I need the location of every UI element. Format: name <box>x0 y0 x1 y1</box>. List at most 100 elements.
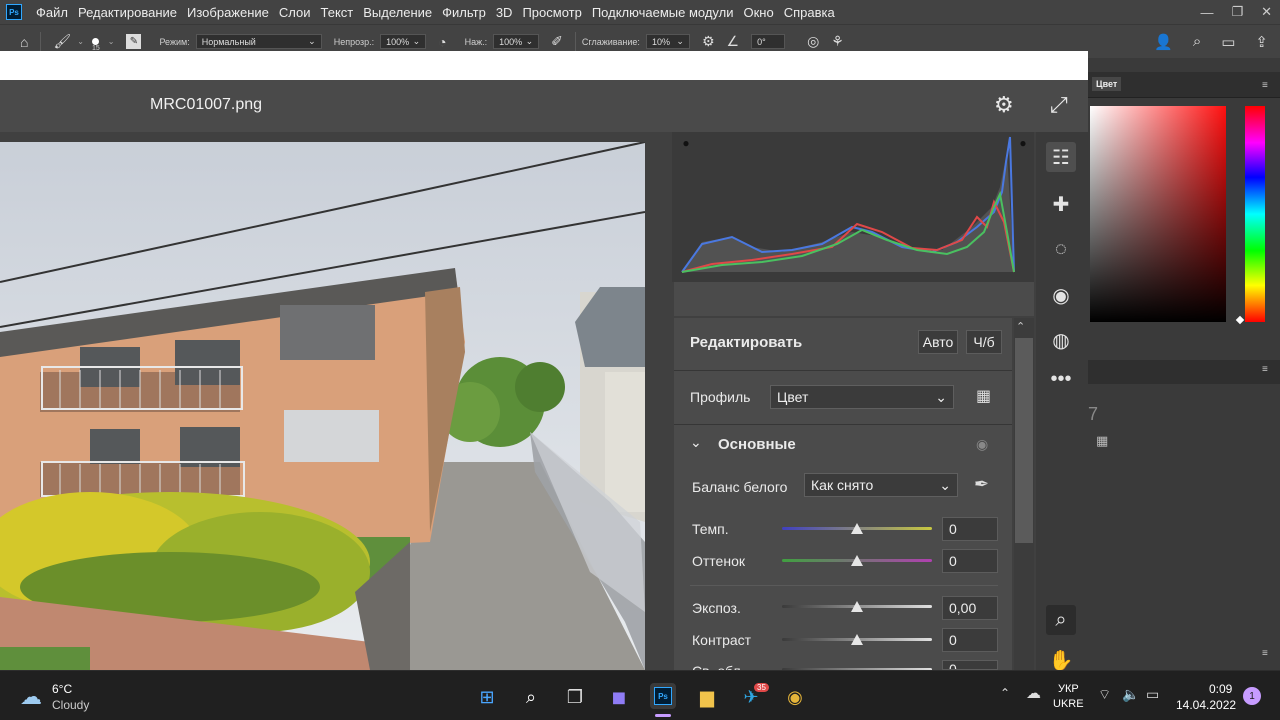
chevron-down-icon[interactable]: ⌄ <box>108 37 115 46</box>
search-icon[interactable]: ⌕ <box>1193 33 1201 51</box>
pressure-size-icon[interactable]: ◎ <box>807 33 819 50</box>
lang-secondary[interactable]: UKRE <box>1053 698 1084 710</box>
home-icon[interactable]: ⌂ <box>20 34 28 50</box>
mode-value: Нормальный <box>201 36 256 47</box>
white-balance-select[interactable]: Как снято ⌄ <box>804 473 958 497</box>
chevron-down-icon[interactable]: ⌄ <box>690 434 702 451</box>
menu-help[interactable]: Справка <box>784 5 835 20</box>
menu-select[interactable]: Выделение <box>363 5 432 20</box>
histogram <box>672 132 1034 282</box>
zoom-icon[interactable]: ⌕ <box>1046 605 1076 635</box>
mask-icon[interactable]: ◌ <box>1046 234 1076 264</box>
mode-label: Режим: <box>159 36 190 47</box>
weather-temp[interactable]: 6°C <box>52 682 72 696</box>
onedrive-icon[interactable]: ☁ <box>1026 684 1041 702</box>
share-icon[interactable]: ⇪ <box>1255 33 1268 51</box>
chevron-up-icon[interactable]: ⌃ <box>1016 320 1025 333</box>
close-icon[interactable]: ✕ <box>1261 4 1272 20</box>
airbrush-icon[interactable]: ✐ <box>551 33 563 50</box>
menu-type[interactable]: Текст <box>321 5 354 20</box>
cloud-icon[interactable]: ☁ <box>20 684 42 710</box>
bw-button[interactable]: Ч/б <box>966 330 1002 354</box>
opacity-field[interactable]: 100% ⌄ <box>380 34 427 49</box>
section-basic[interactable]: Основные <box>718 436 796 453</box>
minimize-icon[interactable]: — <box>1200 5 1213 20</box>
chrome-icon[interactable]: ◉ <box>782 684 808 710</box>
tint-slider-thumb[interactable] <box>851 555 863 566</box>
highlight-clipping-icon[interactable]: ● <box>1013 134 1033 152</box>
pressure-opacity-icon[interactable]: ◔ <box>438 34 446 50</box>
menu-image[interactable]: Изображение <box>187 5 269 20</box>
search-icon[interactable]: ⌕ <box>518 684 544 710</box>
file-explorer-icon[interactable]: ▆ <box>694 684 720 710</box>
clock-time[interactable]: 0:09 <box>1209 682 1232 696</box>
gear-icon[interactable]: ⚙ <box>994 92 1014 118</box>
weather-condition[interactable]: Cloudy <box>52 698 89 712</box>
scrollbar-thumb[interactable] <box>1015 338 1033 543</box>
hand-icon[interactable]: ✋ <box>1046 650 1076 670</box>
separator <box>574 31 576 52</box>
gear-icon[interactable]: ⚙ <box>702 33 715 50</box>
color-picker-field[interactable] <box>1090 106 1226 322</box>
mute-icon[interactable]: 🔈 <box>1122 686 1139 703</box>
lang-primary[interactable]: УКР <box>1058 683 1079 695</box>
angle-field[interactable]: 0° <box>751 34 786 49</box>
panel-menu-icon[interactable]: ≡ <box>1262 364 1268 375</box>
user-icon[interactable]: 👤 <box>1154 33 1173 51</box>
panel-menu-icon[interactable]: ≡ <box>1262 648 1268 659</box>
pressure-field[interactable]: 100% ⌄ <box>493 34 540 49</box>
profile-select[interactable]: Цвет ⌄ <box>770 385 954 409</box>
menu-file[interactable]: Файл <box>36 5 68 20</box>
temp-input[interactable]: 0 <box>942 517 998 541</box>
menu-window[interactable]: Окно <box>743 5 773 20</box>
menu-layers[interactable]: Слои <box>279 5 311 20</box>
brush-settings-icon[interactable]: ✎ <box>126 34 142 49</box>
panel-menu-icon[interactable]: ≡ <box>1262 80 1268 91</box>
profile-value: Цвет <box>777 389 809 405</box>
contrast-slider-thumb[interactable] <box>851 634 863 645</box>
highlights-input[interactable]: 0 <box>942 660 998 670</box>
restore-icon[interactable]: ❐ <box>1231 4 1243 20</box>
start-icon[interactable]: ⊞ <box>474 684 500 710</box>
notification-badge[interactable]: 1 <box>1243 687 1261 705</box>
menu-plugins[interactable]: Подключаемые модули <box>592 5 734 20</box>
smoothing-field[interactable]: 10% ⌄ <box>645 34 690 49</box>
workspace-icon[interactable]: ▭ <box>1221 33 1235 51</box>
wifi-icon[interactable]: ⌔ <box>1098 686 1111 704</box>
hue-slider[interactable] <box>1245 106 1265 322</box>
chevron-up-icon[interactable]: ⌃ <box>1000 686 1010 700</box>
exposure-input[interactable]: 0,00 <box>942 596 998 620</box>
edit-sliders-icon[interactable]: ☷ <box>1046 142 1076 172</box>
brush-preset-picker[interactable]: 15 <box>92 37 100 52</box>
symmetry-icon[interactable]: ⚘ <box>831 33 844 50</box>
presets-icon[interactable]: ◍ <box>1046 325 1076 355</box>
exposure-slider-thumb[interactable] <box>851 601 863 612</box>
task-view-icon[interactable]: ❐ <box>562 684 588 710</box>
healing-icon[interactable]: ✚ <box>1046 189 1076 219</box>
red-eye-icon[interactable]: ◉ <box>1046 280 1076 310</box>
eyedropper-icon[interactable]: ✒ <box>974 474 989 495</box>
clock-date[interactable]: 14.04.2022 <box>1176 698 1236 712</box>
image-preview[interactable] <box>0 142 645 670</box>
menu-edit[interactable]: Редактирование <box>78 5 177 20</box>
auto-button[interactable]: Авто <box>918 330 958 354</box>
fullscreen-icon[interactable]: ⤢ <box>1050 92 1068 118</box>
photoshop-taskbar-icon[interactable]: Ps <box>650 683 676 709</box>
tab-color[interactable]: Цвет <box>1092 77 1122 91</box>
battery-icon[interactable]: ▭ <box>1146 686 1159 703</box>
menu-3d[interactable]: 3D <box>496 5 513 20</box>
tint-input[interactable]: 0 <box>942 549 998 573</box>
mode-select[interactable]: Нормальный ⌄ <box>195 34 322 49</box>
profile-browser-icon[interactable]: ▦ <box>976 386 991 406</box>
menu-view[interactable]: Просмотр <box>522 5 581 20</box>
eye-icon[interactable]: ◉ <box>976 436 988 453</box>
temp-slider-thumb[interactable] <box>851 523 863 534</box>
shadow-clipping-icon[interactable]: ● <box>676 134 696 152</box>
contrast-input[interactable]: 0 <box>942 628 998 652</box>
grid-icon[interactable]: ▦ <box>1096 433 1108 449</box>
more-icon[interactable]: ••• <box>1046 364 1076 394</box>
menu-filter[interactable]: Фильтр <box>442 5 486 20</box>
chat-icon[interactable]: ◼ <box>606 684 632 710</box>
chevron-down-icon[interactable]: ⌄ <box>77 37 84 46</box>
brush-tool-icon[interactable]: 🖌 <box>53 33 71 50</box>
